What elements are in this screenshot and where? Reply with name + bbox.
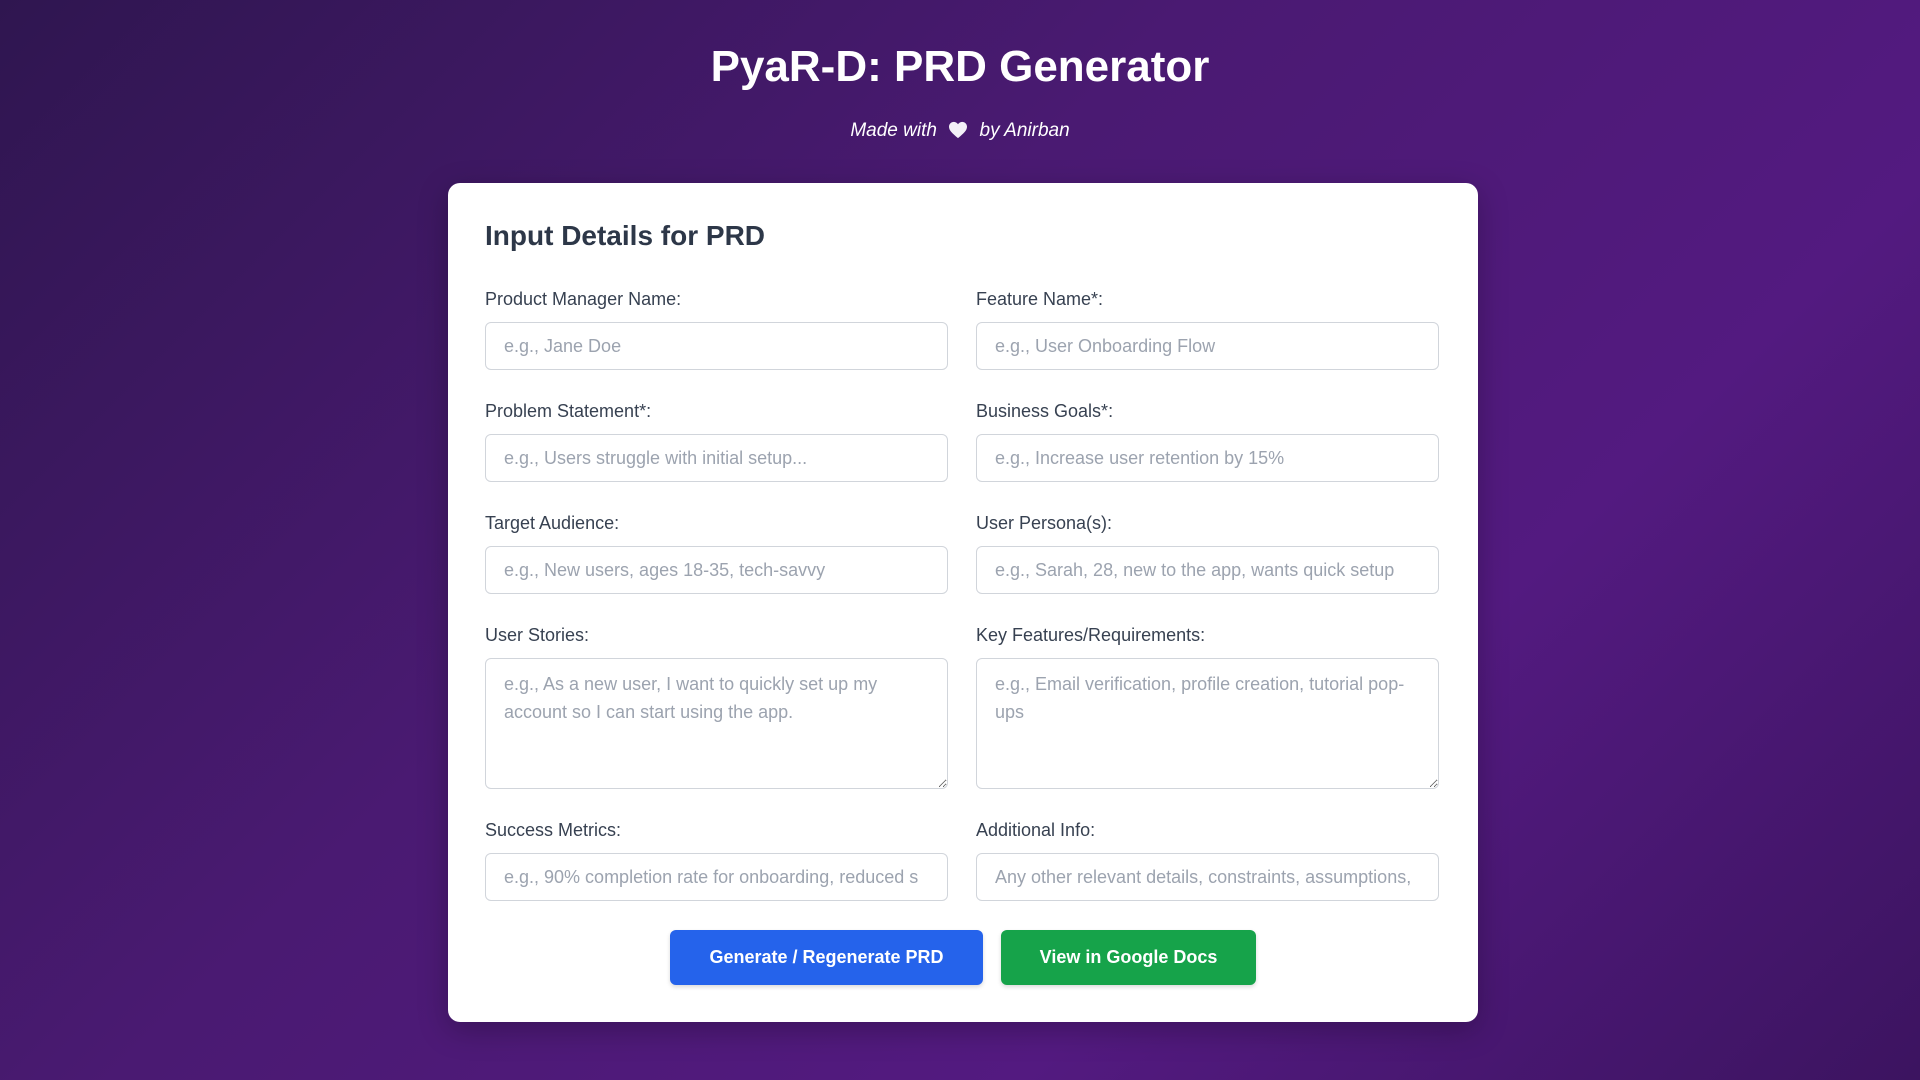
target-audience-group: Target Audience:	[485, 511, 948, 594]
generate-prd-button[interactable]: Generate / Regenerate PRD	[670, 930, 983, 985]
problem-statement-group: Problem Statement*:	[485, 399, 948, 482]
additional-info-label: Additional Info:	[976, 820, 1096, 840]
prd-input-card: Input Details for PRD Product Manager Na…	[448, 183, 1478, 1022]
user-stories-textarea[interactable]	[485, 658, 948, 789]
key-features-textarea[interactable]	[976, 658, 1439, 789]
target-audience-input[interactable]	[485, 546, 948, 594]
form-title: Input Details for PRD	[485, 220, 766, 251]
user-stories-group: User Stories:	[485, 623, 948, 789]
additional-info-group: Additional Info:	[976, 818, 1439, 901]
pm-name-group: Product Manager Name:	[485, 287, 948, 370]
additional-info-input[interactable]	[976, 853, 1439, 901]
user-stories-label: User Stories:	[485, 625, 590, 645]
feature-name-group: Feature Name*:	[976, 287, 1439, 370]
feature-name-label: Feature Name*:	[976, 289, 1104, 309]
pm-name-label: Product Manager Name:	[485, 289, 682, 309]
business-goals-input[interactable]	[976, 434, 1439, 482]
page-title: PyaR-D: PRD Generator	[710, 42, 1210, 91]
user-personas-group: User Persona(s):	[976, 511, 1439, 594]
problem-statement-label: Problem Statement*:	[485, 401, 652, 421]
pm-name-input[interactable]	[485, 322, 948, 370]
feature-name-input[interactable]	[976, 322, 1439, 370]
success-metrics-input[interactable]	[485, 853, 948, 901]
user-personas-label: User Persona(s):	[976, 513, 1113, 533]
business-goals-label: Business Goals*:	[976, 401, 1114, 421]
byline-prefix: Made with	[850, 120, 937, 141]
view-google-docs-button[interactable]: View in Google Docs	[1001, 930, 1256, 985]
user-personas-input[interactable]	[976, 546, 1439, 594]
success-metrics-label: Success Metrics:	[485, 820, 622, 840]
business-goals-group: Business Goals*:	[976, 399, 1439, 482]
byline-suffix: by Anirban	[979, 120, 1070, 141]
success-metrics-group: Success Metrics:	[485, 818, 948, 901]
key-features-label: Key Features/Requirements:	[976, 625, 1206, 645]
target-audience-label: Target Audience:	[485, 513, 620, 533]
problem-statement-input[interactable]	[485, 434, 948, 482]
heart-icon	[948, 121, 968, 145]
key-features-group: Key Features/Requirements:	[976, 623, 1439, 789]
byline: Made with by Anirban	[0, 120, 1920, 145]
